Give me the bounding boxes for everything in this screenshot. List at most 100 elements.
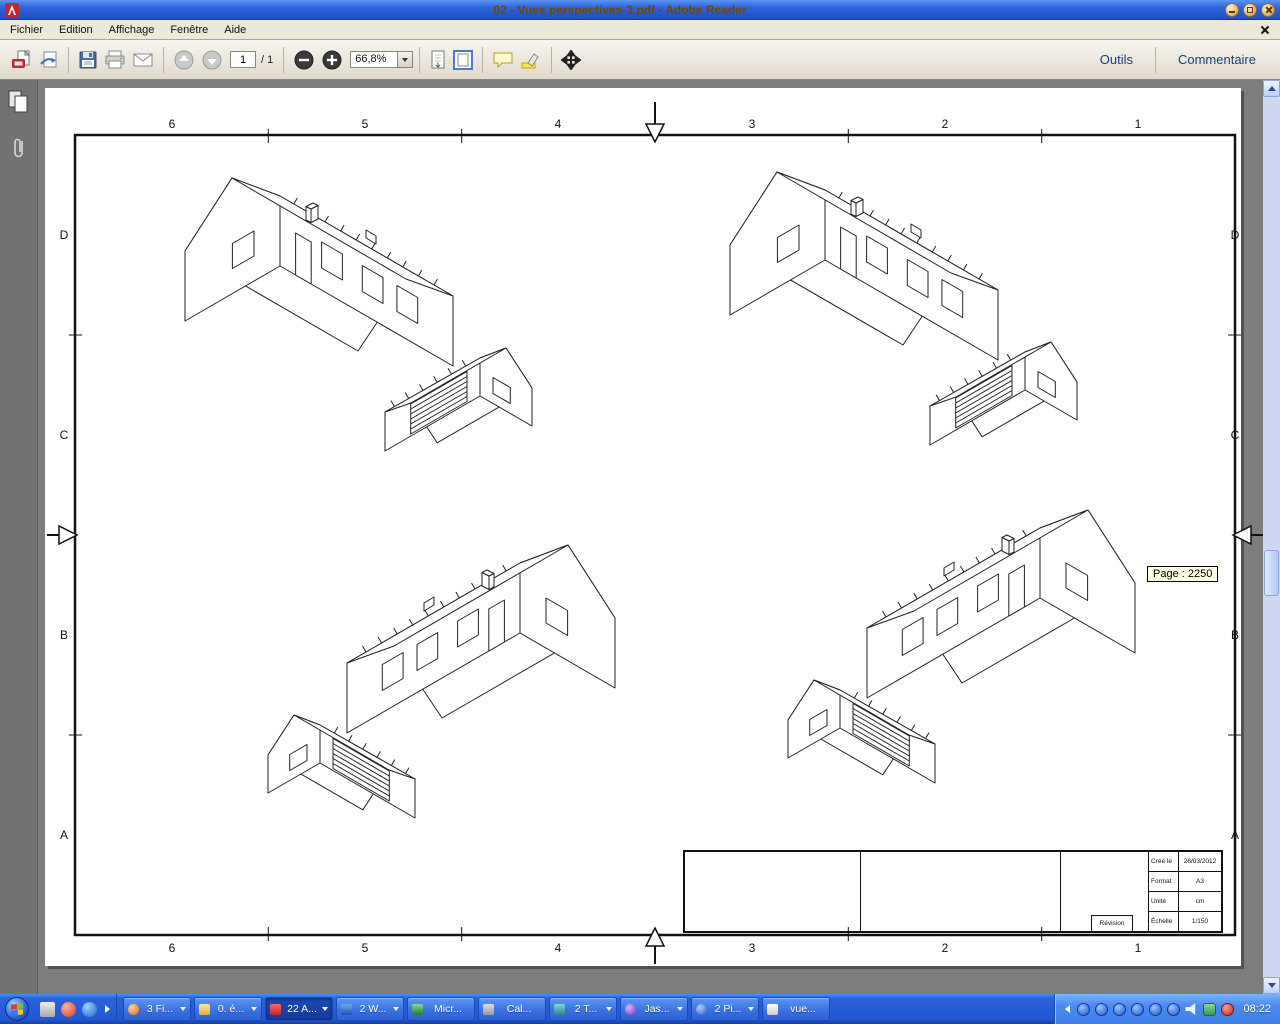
title-block-divider: [860, 852, 861, 931]
close-document-icon[interactable]: [1258, 23, 1272, 37]
grid-label: 6: [168, 117, 176, 131]
page-number-input[interactable]: [230, 51, 256, 68]
window-title: 02 - Vues perspectives-3.pdf - Adobe Rea…: [493, 2, 747, 17]
taskbar-task-word-group[interactable]: 2 W...: [336, 997, 404, 1021]
toolbar-separator: [68, 46, 69, 73]
grid-label: C: [59, 428, 69, 442]
house-perspective-drawing-2: [729, 171, 1078, 446]
taskbar-task-folder-group[interactable]: 0. é...: [194, 997, 262, 1021]
media-next-icon[interactable]: [1131, 1002, 1145, 1016]
taskbar-task-excel[interactable]: Micr...: [407, 997, 475, 1021]
media-play-icon[interactable]: [1095, 1002, 1109, 1016]
minimize-button[interactable]: [1225, 2, 1239, 17]
next-page-button[interactable]: [198, 47, 226, 73]
menu-fenetre[interactable]: Fenêtre: [162, 21, 216, 39]
highlight-text-button[interactable]: [517, 48, 545, 72]
quick-launch-browser-icon[interactable]: [61, 1001, 76, 1017]
scroll-up-button[interactable]: [1263, 80, 1280, 97]
fullscreen-button[interactable]: [558, 48, 584, 72]
menu-fichier[interactable]: Fichier: [2, 21, 51, 39]
grid-label: 2: [941, 117, 949, 131]
previous-page-button[interactable]: [170, 47, 198, 73]
chevron-down-icon: [402, 57, 409, 62]
teal-app-icon: [554, 1003, 565, 1015]
excel-icon: [412, 1003, 423, 1015]
comment-bubble-button[interactable]: [489, 48, 517, 72]
revision-cell: Révision: [1091, 915, 1133, 931]
start-button[interactable]: [0, 994, 34, 1024]
antivirus-tray-icon[interactable]: [1203, 1002, 1217, 1016]
taskbar-task-adobe-reader-group[interactable]: 22 A...: [265, 997, 333, 1021]
maximize-icon: [1247, 6, 1253, 13]
media-pause-icon[interactable]: [1113, 1002, 1127, 1016]
vertical-scrollbar[interactable]: [1263, 80, 1280, 994]
toolbar-separator: [163, 46, 164, 73]
toolbar-separator: [419, 46, 421, 73]
zoom-level-value[interactable]: 66,8%: [350, 51, 399, 68]
scrollbar-thumb[interactable]: [1264, 550, 1279, 596]
show-desktop-icon[interactable]: [40, 1001, 55, 1017]
chevron-down-icon: [251, 1007, 257, 1011]
taskbar-task-group-9[interactable]: 2 Pi...: [691, 997, 759, 1021]
zoom-dropdown-button[interactable]: [398, 51, 414, 68]
close-button[interactable]: [1261, 2, 1275, 17]
save-button[interactable]: [75, 48, 101, 72]
scroll-down-button[interactable]: [1263, 977, 1280, 994]
comment-panel-button[interactable]: Commentaire: [1162, 52, 1272, 67]
grid-label: 1: [1134, 117, 1142, 131]
minimize-icon: [1229, 11, 1235, 13]
title-block-divider: [1060, 852, 1061, 931]
menu-affichage[interactable]: Affichage: [101, 21, 163, 39]
print-button[interactable]: [101, 48, 129, 72]
technical-drawing: [47, 102, 1263, 964]
quick-launch-app-icon[interactable]: [82, 1001, 97, 1017]
maximize-button[interactable]: [1243, 2, 1257, 17]
menu-aide[interactable]: Aide: [216, 21, 254, 39]
firefox-group-icon: [128, 1003, 139, 1015]
page-total-label: / 1: [261, 53, 274, 66]
document-icon: [767, 1003, 778, 1015]
grid-label: 4: [554, 941, 562, 955]
taskbar-task-vue[interactable]: vue...: [762, 997, 830, 1021]
house-perspective-drawing-1: [184, 177, 533, 452]
arrow-up-icon: [1267, 86, 1276, 91]
tray-collapse-icon[interactable]: [1065, 1005, 1071, 1013]
navigation-panel: [0, 80, 38, 994]
fit-page-button[interactable]: [450, 48, 476, 72]
tray-alert-icon[interactable]: [1221, 1002, 1235, 1016]
taskbar-task-firefox-group[interactable]: 3 Fi...: [123, 997, 191, 1021]
attachments-icon[interactable]: [11, 135, 27, 166]
chevron-down-icon: [393, 1007, 399, 1011]
grid-label: 2: [941, 941, 949, 955]
taskbar-task-group-7[interactable]: 2 T...: [549, 997, 617, 1021]
zoom-out-button[interactable]: [290, 47, 318, 73]
quick-launch-expand-icon[interactable]: [105, 1005, 110, 1013]
pdf-page: 6 5 4 3 2 1 6 5 4 3 2 1 D C B A D C B A …: [45, 88, 1263, 966]
share-button[interactable]: [36, 48, 62, 72]
title-block-info-table: Créé le 26/03/2012 Format A3 Unité cm Éc…: [1148, 852, 1221, 931]
grid-label: C: [1230, 428, 1240, 442]
scroll-mode-button[interactable]: [426, 48, 450, 72]
toolbar-separator: [482, 46, 484, 73]
scale-label: Échelle: [1149, 912, 1179, 931]
media-stop-icon[interactable]: [1149, 1002, 1163, 1016]
grid-label: A: [59, 828, 69, 842]
chevron-down-icon: [322, 1007, 328, 1011]
taskbar-task-calc[interactable]: Cal...: [478, 997, 546, 1021]
page-thumbnails-icon[interactable]: [8, 90, 30, 119]
menu-edition[interactable]: Edition: [51, 21, 101, 39]
zoom-in-button[interactable]: [318, 47, 346, 73]
media-previous-icon[interactable]: [1077, 1002, 1091, 1016]
adobe-reader-logo-icon: [5, 2, 19, 17]
grid-label: 5: [361, 117, 369, 131]
taskbar-clock: 08:22: [1243, 1003, 1271, 1015]
tray-app-icon[interactable]: [1167, 1002, 1181, 1016]
create-pdf-button[interactable]: [8, 48, 36, 72]
tools-panel-button[interactable]: Outils: [1084, 52, 1149, 67]
email-button[interactable]: [129, 49, 157, 71]
toolbar: / 1 66,8% Outils Commentaire: [0, 40, 1280, 80]
volume-icon[interactable]: [1185, 1003, 1196, 1015]
windows-flag-icon: [11, 1002, 23, 1016]
taskbar: 3 Fi... 0. é... 22 A... 2 W... Micr... C…: [0, 994, 1280, 1024]
taskbar-task-group-8[interactable]: Jas...: [620, 997, 688, 1021]
